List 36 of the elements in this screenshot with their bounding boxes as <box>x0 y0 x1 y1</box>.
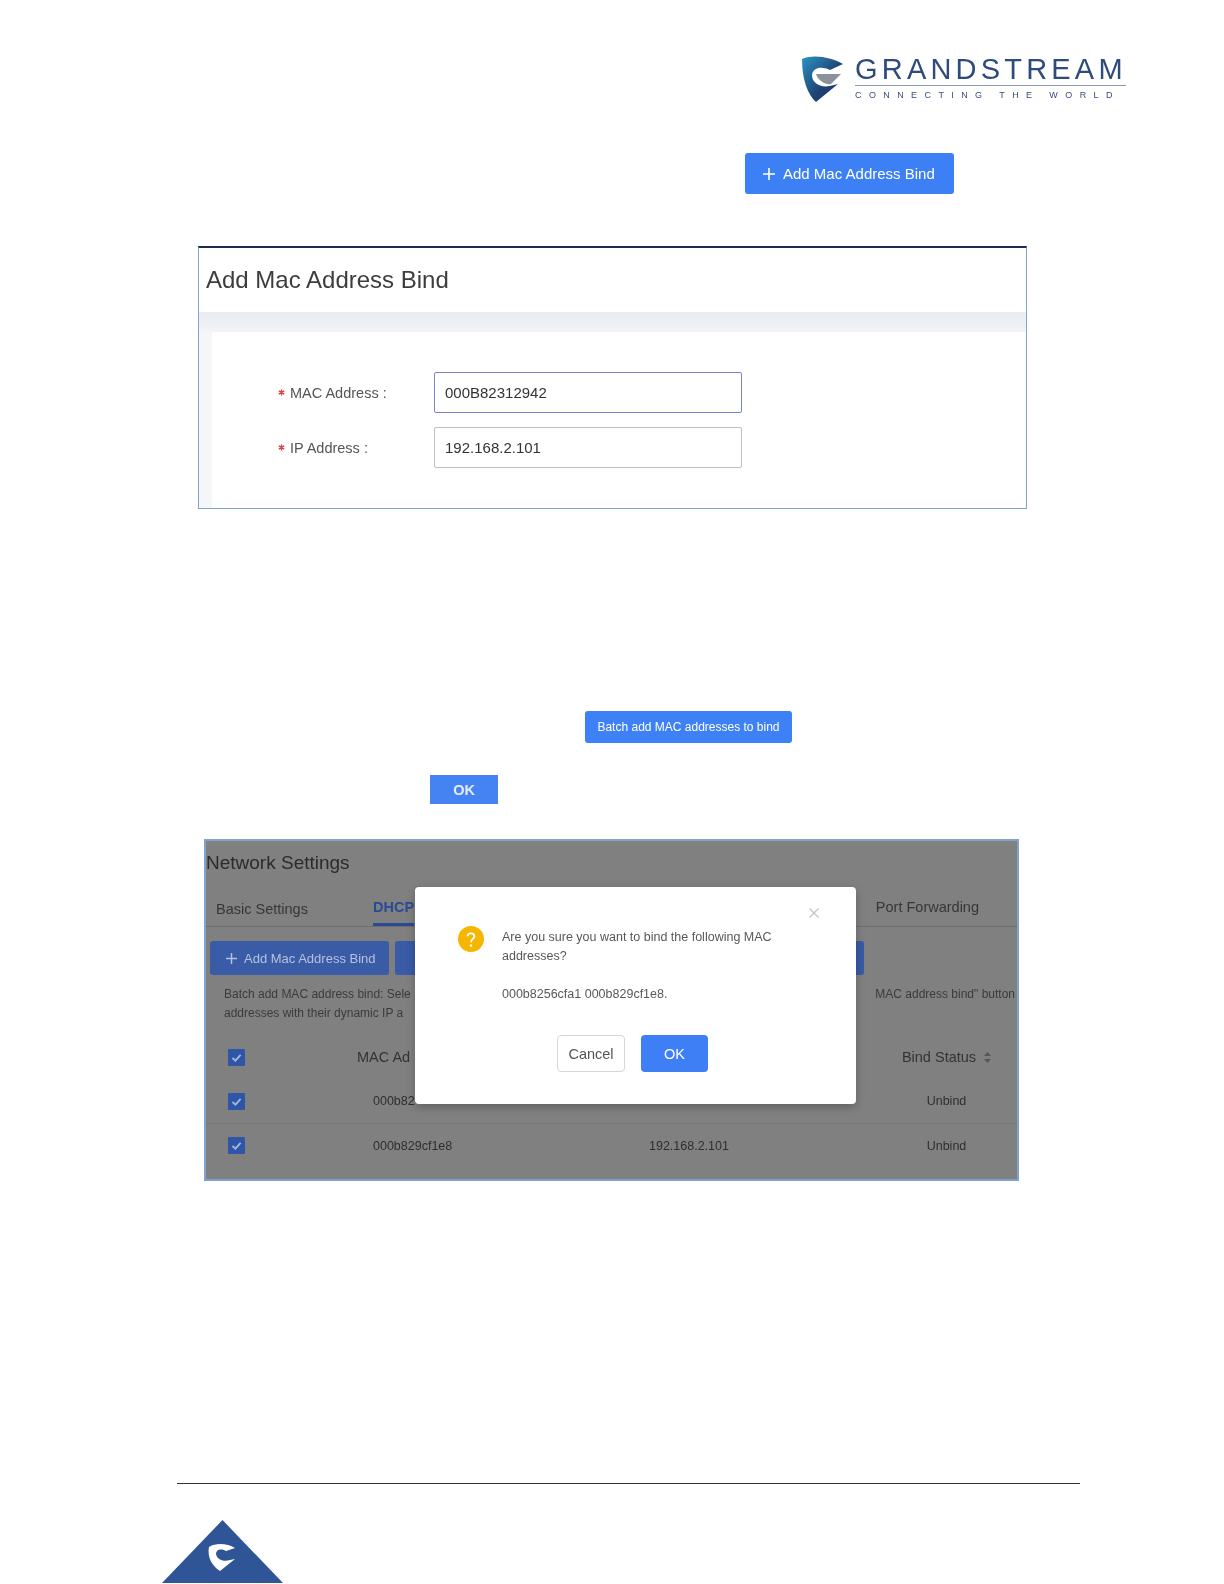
question-icon <box>458 926 484 952</box>
add-mac-bind-button[interactable]: Add Mac Address Bind <box>210 941 389 975</box>
table-cell: Unbind <box>926 1094 967 1108</box>
dialog-message: Are you sure you want to bind the following MAC addresses? <box>502 929 773 965</box>
cancel-button[interactable]: Cancel <box>557 1035 625 1072</box>
table-cell: 000b829cf1e8 <box>373 1138 453 1153</box>
page-title: Network Settings <box>206 851 351 875</box>
help-text: MAC address bind" button <box>875 986 1015 1003</box>
checkbox[interactable] <box>228 1092 245 1110</box>
input-field[interactable]: 192.168.2.101 <box>434 427 742 468</box>
ok-button[interactable]: OK <box>641 1035 708 1072</box>
table-cell: 192.168.2.101 <box>649 1138 729 1153</box>
field-label: IP Address : <box>290 439 368 456</box>
field-label: MAC Address : <box>290 384 387 401</box>
tab[interactable]: Port Forwarding <box>875 891 979 926</box>
brand-name: GRANDSTREAM <box>855 55 1126 84</box>
sort-icon[interactable] <box>984 1051 992 1063</box>
ok-button[interactable]: OK <box>430 775 498 804</box>
plus-icon <box>763 167 775 180</box>
column-header[interactable]: MAC Ad <box>357 1049 411 1065</box>
checkbox[interactable] <box>228 1048 245 1066</box>
table-cell: Unbind <box>926 1138 967 1153</box>
tab[interactable]: Basic Settings <box>216 891 373 926</box>
input-field[interactable]: 000B82312942 <box>434 372 742 413</box>
table-cell: 000b82 <box>373 1094 415 1108</box>
batch-add-button[interactable]: Batch add MAC addresses to bind <box>585 711 792 743</box>
plus-icon <box>226 952 237 964</box>
dialog-title: Add Mac Address Bind <box>206 266 449 294</box>
add-mac-bind-button[interactable]: Add Mac Address Bind <box>745 153 954 194</box>
mac-address-list: 000b8256cfa1 000b829cf1e8. <box>502 985 668 1004</box>
logo-icon <box>800 55 844 102</box>
column-header[interactable]: Bind Status <box>901 1049 977 1065</box>
checkbox[interactable] <box>228 1137 245 1154</box>
triangle-logo-icon <box>162 1520 283 1583</box>
brand-tagline: CONNECTING THE WORLD <box>855 90 1121 100</box>
help-text: Batch add MAC address bind: Sele addresses with their dynamic IP a <box>224 986 411 1022</box>
